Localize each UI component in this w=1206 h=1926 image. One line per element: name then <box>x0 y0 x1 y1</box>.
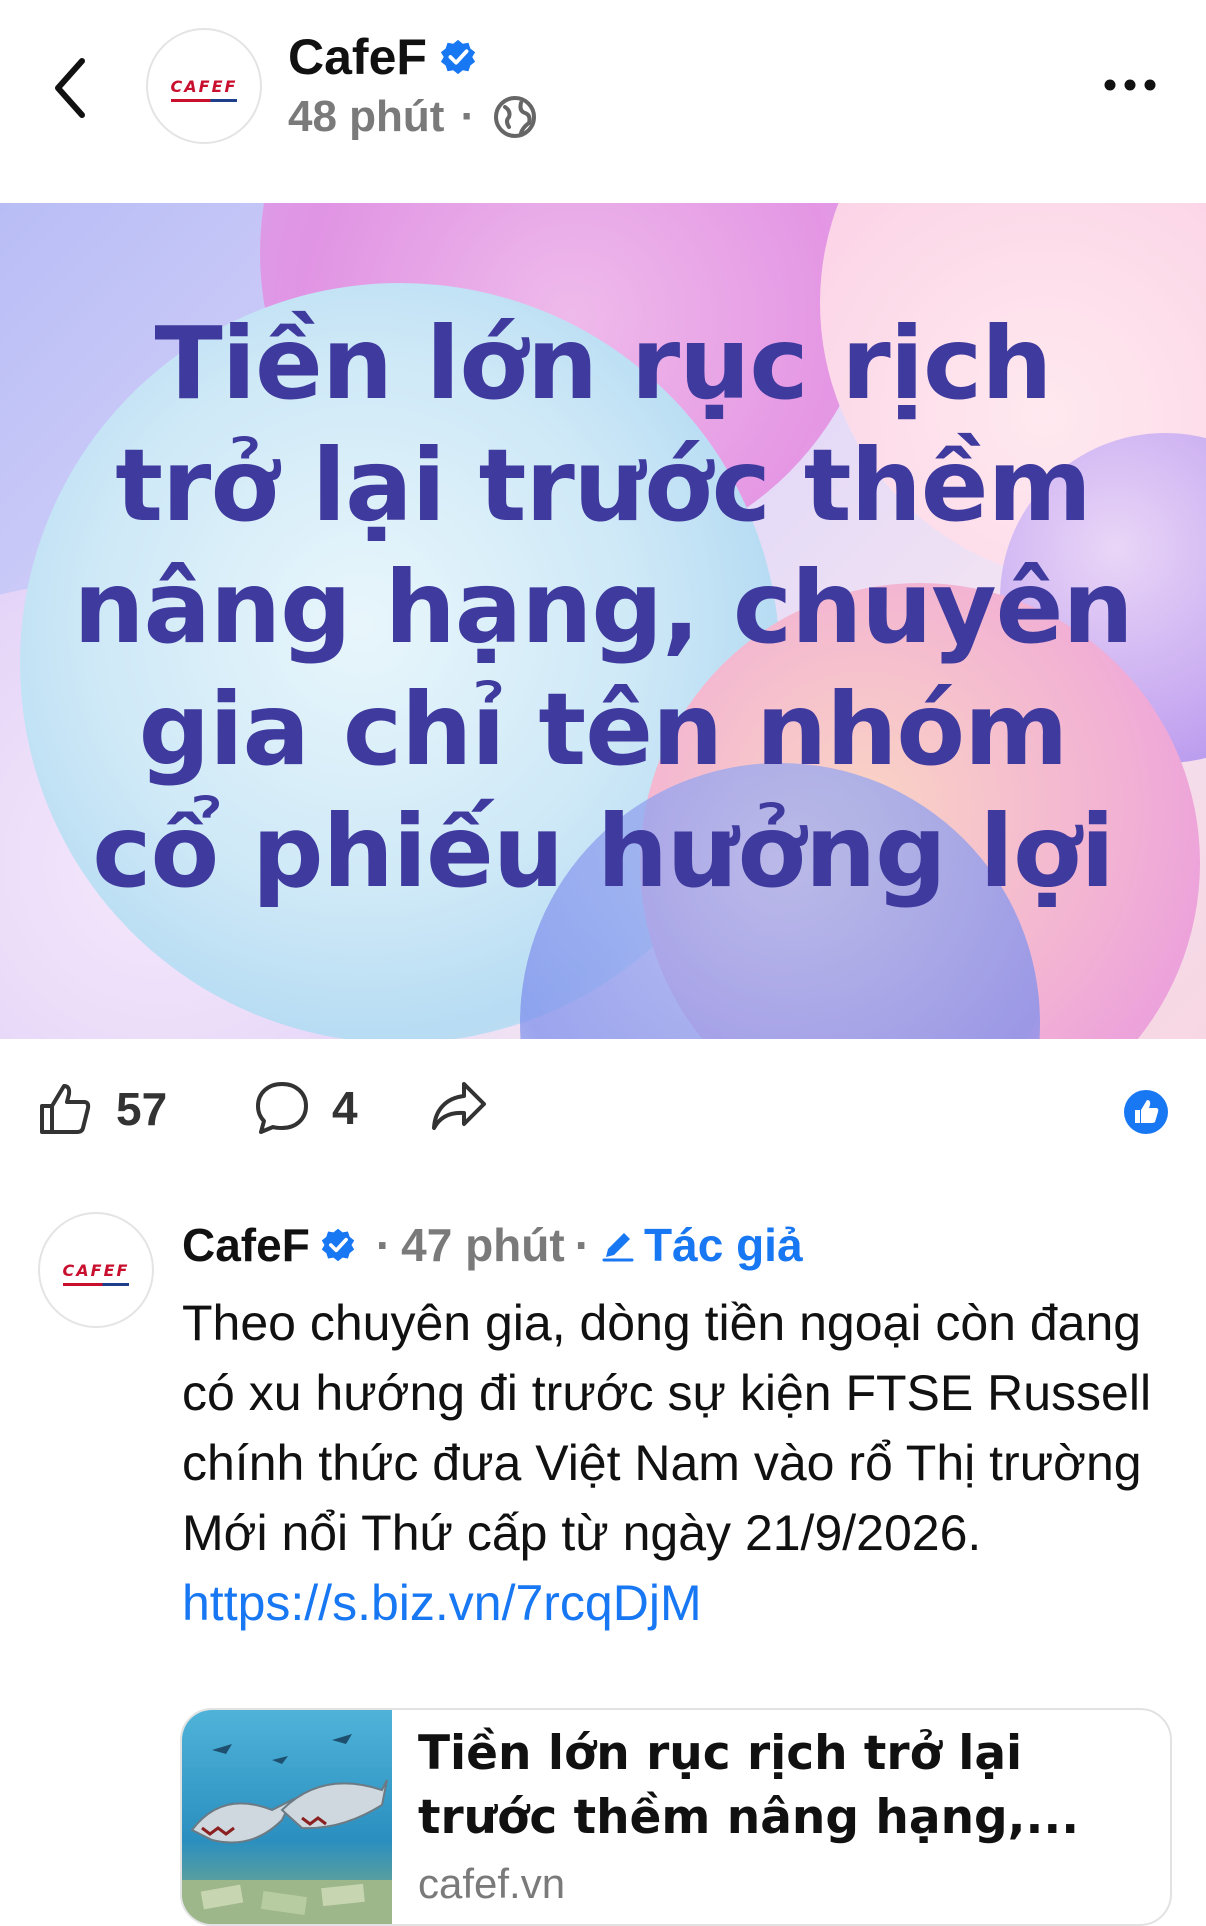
thumbs-up-icon <box>40 1084 91 1134</box>
preview-domain: cafef.vn <box>418 1860 566 1907</box>
comment-time: 47 phút <box>401 1219 565 1271</box>
author-name[interactable]: CafeF <box>288 28 427 86</box>
post-meta: 48 phút · <box>288 92 539 142</box>
post-detail-page: CAFEF CafeF 48 phút · Tiền lớn rục rịch … <box>0 0 1206 1926</box>
comment-text: Theo chuyên gia, dòng tiền ngoại còn đan… <box>182 1295 1152 1561</box>
meta-separator: · <box>460 92 476 141</box>
author-tag: Tác giả <box>600 1218 803 1272</box>
author-tag-label: Tác giả <box>644 1219 803 1271</box>
comment-link[interactable]: https://s.biz.vn/7rcqDjM <box>182 1575 702 1631</box>
author-avatar[interactable]: CAFEF <box>146 28 262 144</box>
share-button[interactable] <box>430 1080 488 1132</box>
preview-title: Tiền lớn rục rịch trở lại trước thềm nân… <box>418 1726 1080 1845</box>
link-preview-card[interactable]: Tiền lớn rục rịch trở lại trước thềm nân… <box>180 1708 1172 1926</box>
comment-separator: · <box>375 1219 392 1271</box>
verified-badge-icon <box>321 1228 355 1262</box>
comment-author-name[interactable]: CafeF <box>182 1218 310 1272</box>
back-arrow-icon[interactable] <box>50 55 90 121</box>
cafef-logo: CAFEF <box>170 76 238 102</box>
comment-bubble-icon <box>256 1082 308 1134</box>
like-button[interactable]: 57 <box>36 1080 167 1138</box>
more-options-icon[interactable] <box>1100 70 1160 100</box>
globe-icon <box>494 96 537 138</box>
cafef-logo: CAFEF <box>62 1260 130 1286</box>
like-count: 57 <box>116 1083 168 1135</box>
post-header: CAFEF CafeF 48 phút · <box>0 0 1206 200</box>
verified-badge-icon <box>440 39 476 75</box>
comment-count: 4 <box>332 1082 358 1134</box>
comment-separator: · <box>574 1219 591 1271</box>
post-time: 48 phút <box>288 92 445 141</box>
post-actions-bar: 57 4 <box>0 1060 1206 1170</box>
comment-button[interactable]: 4 <box>254 1080 358 1136</box>
author-name-row: CafeF <box>288 28 477 86</box>
comment-header: CafeF · 47 phút · Tác giả <box>182 1218 803 1272</box>
share-arrow-icon <box>432 1082 486 1130</box>
post-banner-image[interactable]: Tiền lớn rục rịch trở lại trước thềm nân… <box>0 203 1206 1039</box>
preview-thumbnail <box>182 1710 392 1924</box>
like-reaction-icon[interactable] <box>1122 1088 1170 1136</box>
banner-headline: Tiền lớn rục rịch trở lại trước thềm nân… <box>73 305 1133 910</box>
pencil-icon <box>602 1233 634 1262</box>
comment-author-avatar[interactable]: CAFEF <box>38 1212 154 1328</box>
comment-body: Theo chuyên gia, dòng tiền ngoại còn đan… <box>182 1288 1162 1638</box>
